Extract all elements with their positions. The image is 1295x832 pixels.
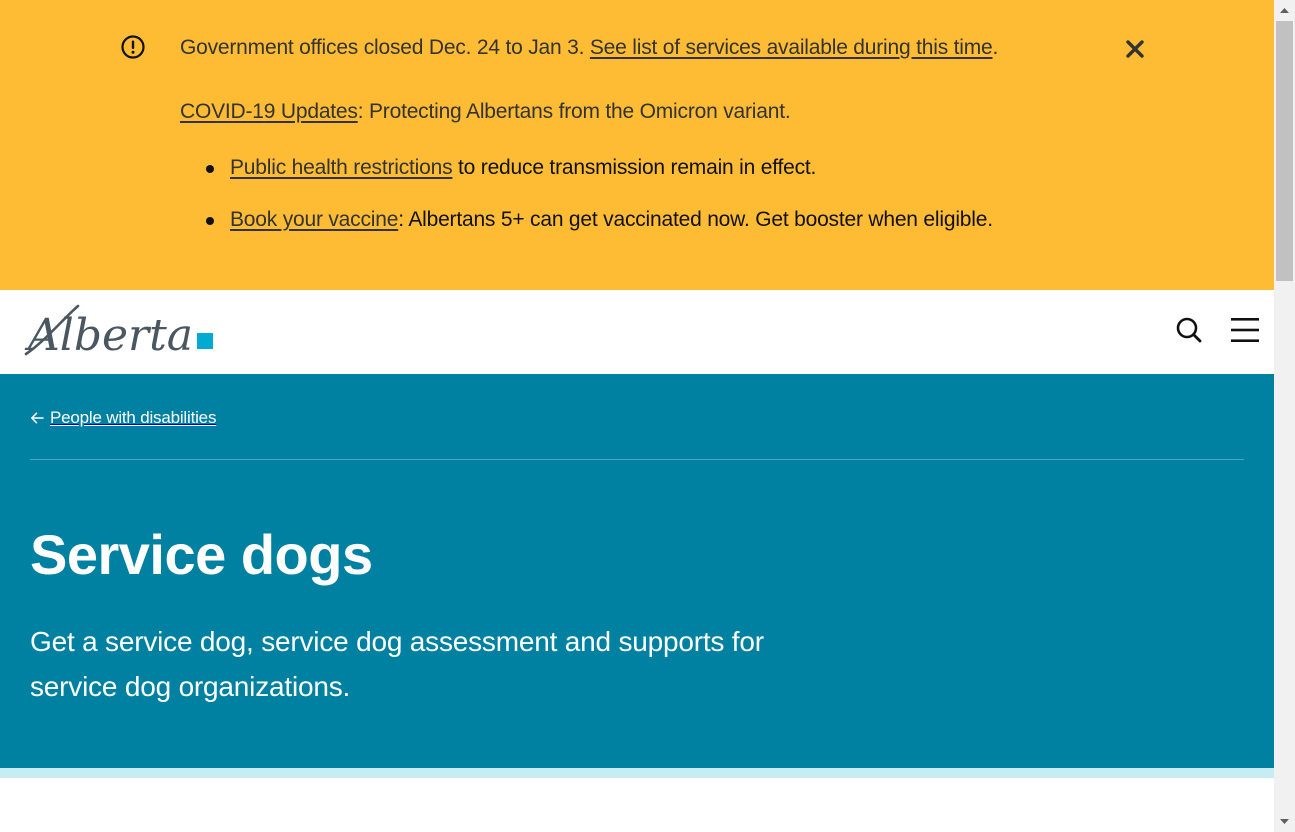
list-item-text: : Albertans 5+ can get vaccinated now. G…	[398, 208, 993, 231]
covid-updates-link[interactable]: COVID-19 Updates	[180, 100, 358, 123]
divider	[30, 459, 1244, 460]
breadcrumb-back-link[interactable]: People with disabilities	[30, 407, 216, 429]
breadcrumb-label: People with disabilities	[50, 408, 217, 427]
close-icon[interactable]	[1124, 38, 1146, 60]
alert-office-text: Government offices closed Dec. 24 to Jan…	[180, 36, 590, 59]
hero-section: People with disabilities Service dogs Ge…	[0, 374, 1274, 768]
services-list-link[interactable]: See list of services available during th…	[590, 36, 993, 59]
page-lead: Get a service dog, service dog assessmen…	[30, 626, 764, 702]
public-health-restrictions-link[interactable]: Public health restrictions	[230, 156, 453, 179]
hamburger-menu-icon[interactable]	[1231, 317, 1259, 343]
alert-office-closure: Government offices closed Dec. 24 to Jan…	[180, 35, 998, 61]
vertical-scrollbar[interactable]	[1274, 0, 1295, 832]
search-icon[interactable]	[1175, 316, 1203, 344]
alberta-logo-mark: Alberta	[24, 304, 213, 361]
list-item: Public health restrictions to reduce tra…	[230, 155, 816, 181]
scroll-down-arrow-icon[interactable]	[1274, 811, 1295, 832]
page: Government offices closed Dec. 24 to Jan…	[0, 0, 1274, 832]
alert-banner: Government offices closed Dec. 24 to Jan…	[0, 0, 1274, 290]
list-item: Book your vaccine: Albertans 5+ can get …	[230, 207, 993, 233]
site-header: Alberta	[0, 290, 1274, 374]
arrow-left-icon	[31, 412, 44, 424]
exclamation-circle-icon	[121, 35, 145, 59]
scrollbar-thumb[interactable]	[1276, 21, 1293, 281]
alberta-logo[interactable]: Alberta	[24, 302, 216, 361]
logo-square	[197, 333, 213, 349]
bullet-dot	[206, 217, 214, 225]
bullet-dot	[206, 165, 214, 173]
alert-office-end: .	[992, 36, 999, 59]
book-vaccine-link[interactable]: Book your vaccine	[230, 208, 398, 231]
page-title: Service dogs	[30, 523, 373, 586]
scroll-up-arrow-icon[interactable]	[1274, 0, 1295, 21]
alert-covid-updates: COVID-19 Updates: Protecting Albertans f…	[180, 99, 791, 125]
alert-covid-text: : Protecting Albertans from the Omicron …	[357, 100, 791, 123]
accent-strip	[0, 768, 1274, 778]
list-item-text: to reduce transmission remain in effect.	[452, 156, 817, 179]
